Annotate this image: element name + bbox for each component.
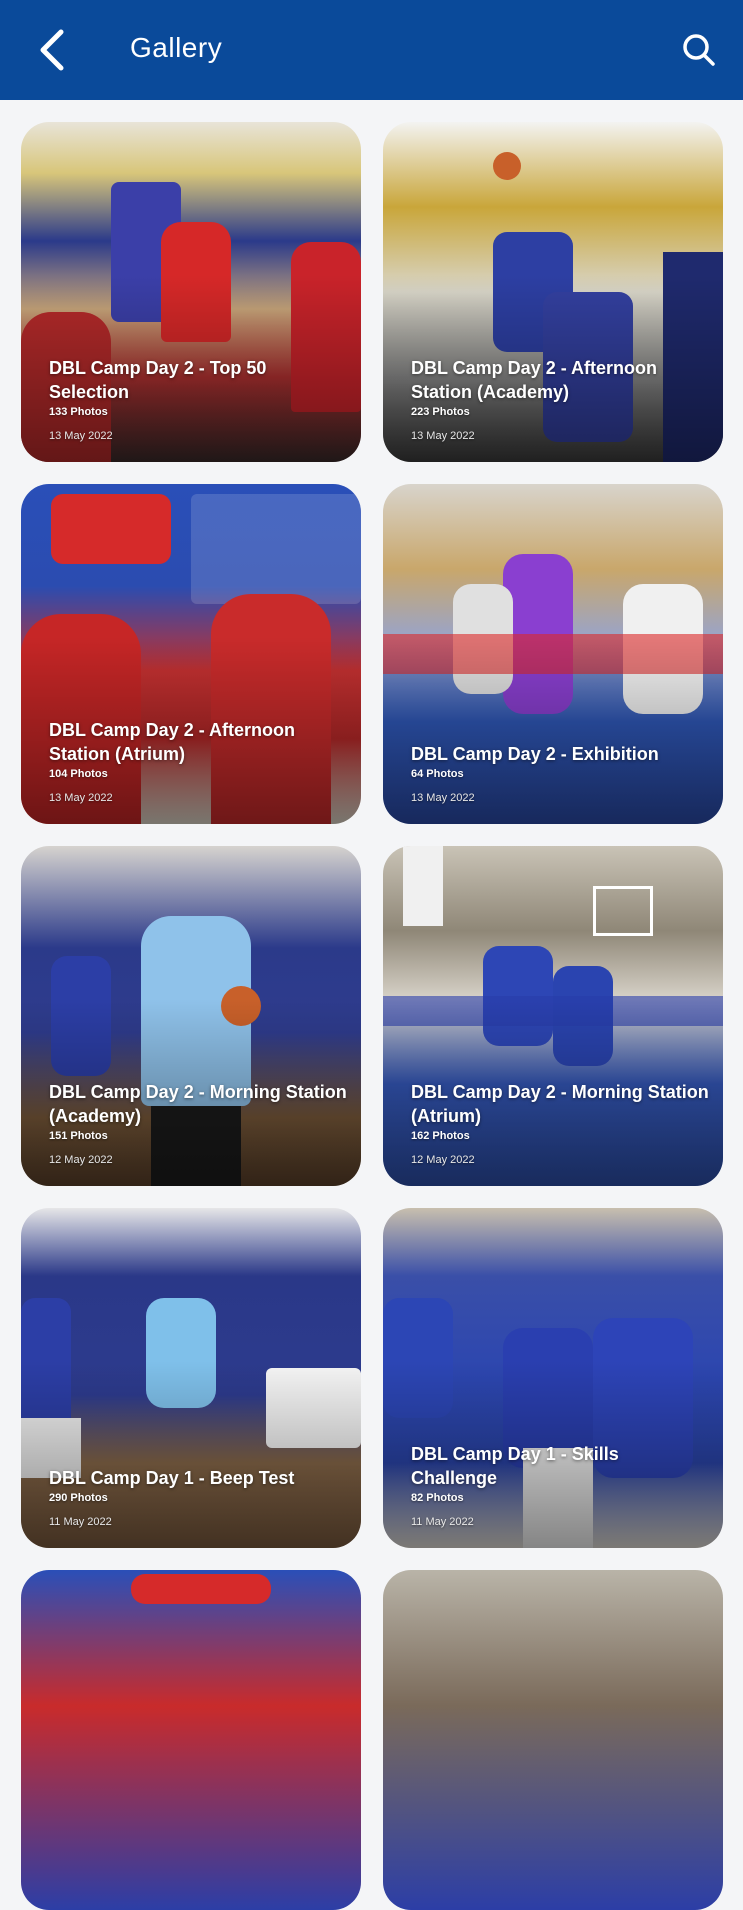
album-title: DBL Camp Day 1 - Skills Challenge <box>411 1444 619 1488</box>
album-date: 11 May 2022 <box>49 1516 112 1528</box>
chevron-left-icon <box>40 29 64 71</box>
photo-count: 151 Photos <box>49 1130 108 1142</box>
back-button[interactable] <box>30 26 74 74</box>
gallery-card[interactable] <box>21 1570 361 1910</box>
search-button[interactable] <box>677 28 721 72</box>
album-date: 12 May 2022 <box>411 1154 475 1166</box>
gallery-card[interactable] <box>383 1570 723 1910</box>
photo-count: 82 Photos <box>411 1492 464 1504</box>
page-title: Gallery <box>130 32 223 63</box>
gallery-card[interactable]: DBL Camp Day 2 - Morning Station (Academ… <box>21 846 361 1186</box>
gallery-grid: DBL Camp Day 2 - Top 50 Selection 133 Ph… <box>21 122 723 1910</box>
gallery-card[interactable]: DBL Camp Day 1 - Beep Test 290 Photos 11… <box>21 1208 361 1548</box>
album-title: DBL Camp Day 2 - Morning Station (Atrium… <box>411 1082 709 1126</box>
album-date: 13 May 2022 <box>411 792 475 804</box>
album-title: DBL Camp Day 2 - Morning Station (Academ… <box>49 1082 347 1126</box>
gallery-card[interactable]: DBL Camp Day 2 - Morning Station (Atrium… <box>383 846 723 1186</box>
album-title: DBL Camp Day 2 - Top 50 Selection <box>49 358 267 402</box>
photo-count: 162 Photos <box>411 1130 470 1142</box>
photo-count: 290 Photos <box>49 1492 108 1504</box>
gallery-card[interactable]: DBL Camp Day 2 - Afternoon Station (Atri… <box>21 484 361 824</box>
album-date: 12 May 2022 <box>49 1154 113 1166</box>
album-title: DBL Camp Day 2 - Afternoon Station (Atri… <box>49 720 296 764</box>
album-title: DBL Camp Day 1 - Beep Test <box>49 1468 295 1488</box>
album-title: DBL Camp Day 2 - Exhibition <box>411 744 659 764</box>
album-photo <box>21 1570 361 1910</box>
gallery-card[interactable]: DBL Camp Day 2 - Top 50 Selection 133 Ph… <box>21 122 361 462</box>
album-photo <box>383 1570 723 1910</box>
photo-count: 133 Photos <box>49 406 108 418</box>
gallery-card[interactable]: DBL Camp Day 2 - Afternoon Station (Acad… <box>383 122 723 462</box>
photo-count: 223 Photos <box>411 406 470 418</box>
album-date: 13 May 2022 <box>411 430 475 442</box>
search-icon <box>683 34 715 66</box>
album-date: 13 May 2022 <box>49 430 113 442</box>
gallery-card[interactable]: DBL Camp Day 2 - Exhibition 64 Photos 13… <box>383 484 723 824</box>
album-date: 13 May 2022 <box>49 792 113 804</box>
app-bar: Gallery <box>0 0 743 100</box>
album-date: 11 May 2022 <box>411 1516 474 1528</box>
album-title: DBL Camp Day 2 - Afternoon Station (Acad… <box>411 358 658 402</box>
photo-count: 64 Photos <box>411 768 464 780</box>
gallery-card[interactable]: DBL Camp Day 1 - Skills Challenge 82 Pho… <box>383 1208 723 1548</box>
photo-count: 104 Photos <box>49 768 108 780</box>
